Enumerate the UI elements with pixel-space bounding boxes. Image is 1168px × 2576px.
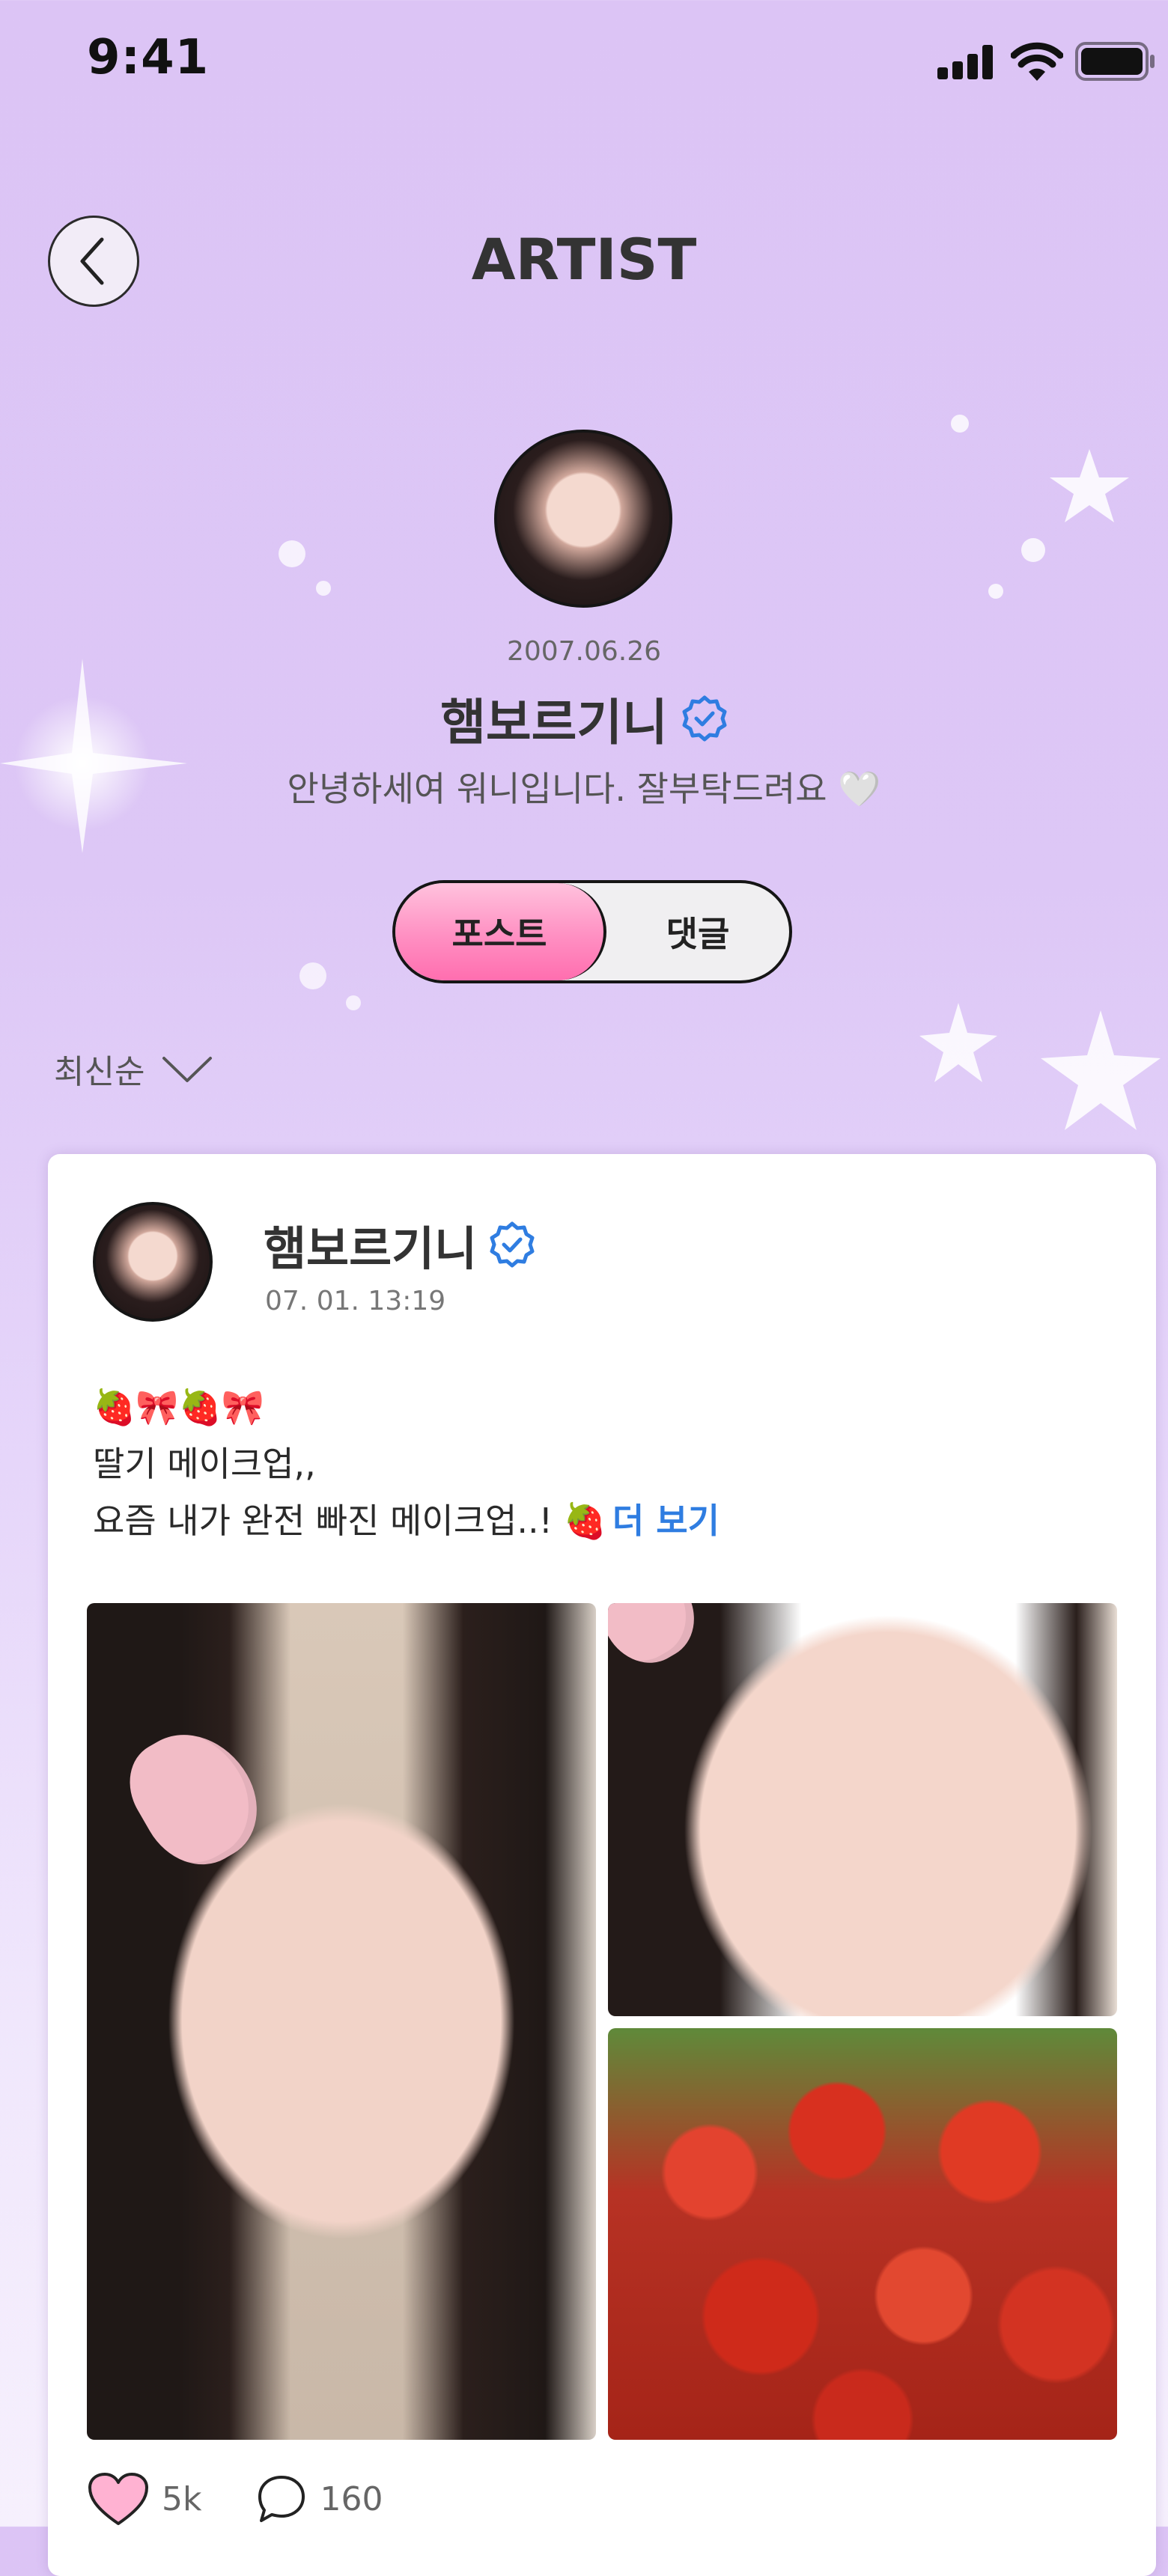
battery-icon — [1075, 42, 1155, 81]
sort-label: 최신순 — [54, 1053, 145, 1091]
like-button[interactable]: 5k — [87, 2471, 201, 2527]
artist-name: 햄보르기니 — [440, 694, 668, 751]
post-text-line: 딸기 메이크업,, — [93, 1444, 316, 1484]
post-emoji-line: 🍓🎀🍓🎀 — [93, 1387, 265, 1427]
sparkle-decoration — [279, 540, 331, 596]
artist-bio: 안녕하세여 워니입니다. 잘부탁드려요 🤍 — [287, 769, 881, 809]
like-count: 5k — [162, 2479, 202, 2518]
wifi-icon — [1011, 42, 1063, 81]
post-comment-toggle: 포스트 댓글 — [392, 880, 792, 983]
sparkle-decoration — [951, 415, 1129, 599]
heart-icon — [88, 2473, 148, 2525]
post-timestamp: 07. 01. 13:19 — [265, 1286, 446, 1316]
post-photo[interactable] — [608, 1603, 1117, 2016]
see-more-link[interactable]: 더 보기 — [612, 1501, 720, 1541]
post-text-line-content: 요즘 내가 완전 빠진 메이크업..! 🍓 — [93, 1501, 606, 1541]
post-photo[interactable] — [608, 2028, 1117, 2440]
verified-badge-icon — [682, 695, 727, 742]
chevron-down-icon — [162, 1057, 213, 1082]
post-author-name: 햄보르기니 — [264, 1221, 478, 1276]
signal-icon — [937, 45, 993, 79]
comment-count: 160 — [320, 2479, 383, 2518]
sort-dropdown[interactable]: 최신순 — [54, 1045, 213, 1093]
status-time: 9:41 — [87, 30, 210, 85]
post-author-row: 햄보르기니 — [264, 1211, 535, 1278]
artist-name-row: 햄보르기니 — [0, 683, 1168, 754]
post-body: 🍓🎀🍓🎀 딸기 메이크업,, 요즘 내가 완전 빠진 메이크업..! 🍓 더 보기 — [93, 1379, 720, 1549]
post-text-line: 요즘 내가 완전 빠진 메이크업..! 🍓 더 보기 — [93, 1492, 720, 1549]
post-photo[interactable] — [87, 1603, 596, 2440]
tab-comment[interactable]: 댓글 — [606, 883, 789, 980]
sparkle-decoration — [919, 1003, 1161, 1130]
artist-birthdate: 2007.06.26 — [506, 636, 662, 667]
post-stats: 5k 160 — [87, 2471, 437, 2527]
verified-badge-icon — [490, 1221, 535, 1268]
tab-post[interactable]: 포스트 — [395, 883, 606, 980]
page-title: ARTIST — [471, 226, 697, 293]
post-card[interactable]: 햄보르기니 07. 01. 13:19 🍓🎀🍓🎀 딸기 메이크업,, 요즘 내가… — [48, 1154, 1156, 2576]
post-author-avatar[interactable] — [93, 1202, 213, 1322]
sparkle-decoration — [299, 962, 361, 1010]
comment-bubble-icon — [258, 2476, 305, 2522]
comment-button[interactable]: 160 — [255, 2473, 383, 2525]
artist-avatar[interactable] — [494, 430, 672, 608]
